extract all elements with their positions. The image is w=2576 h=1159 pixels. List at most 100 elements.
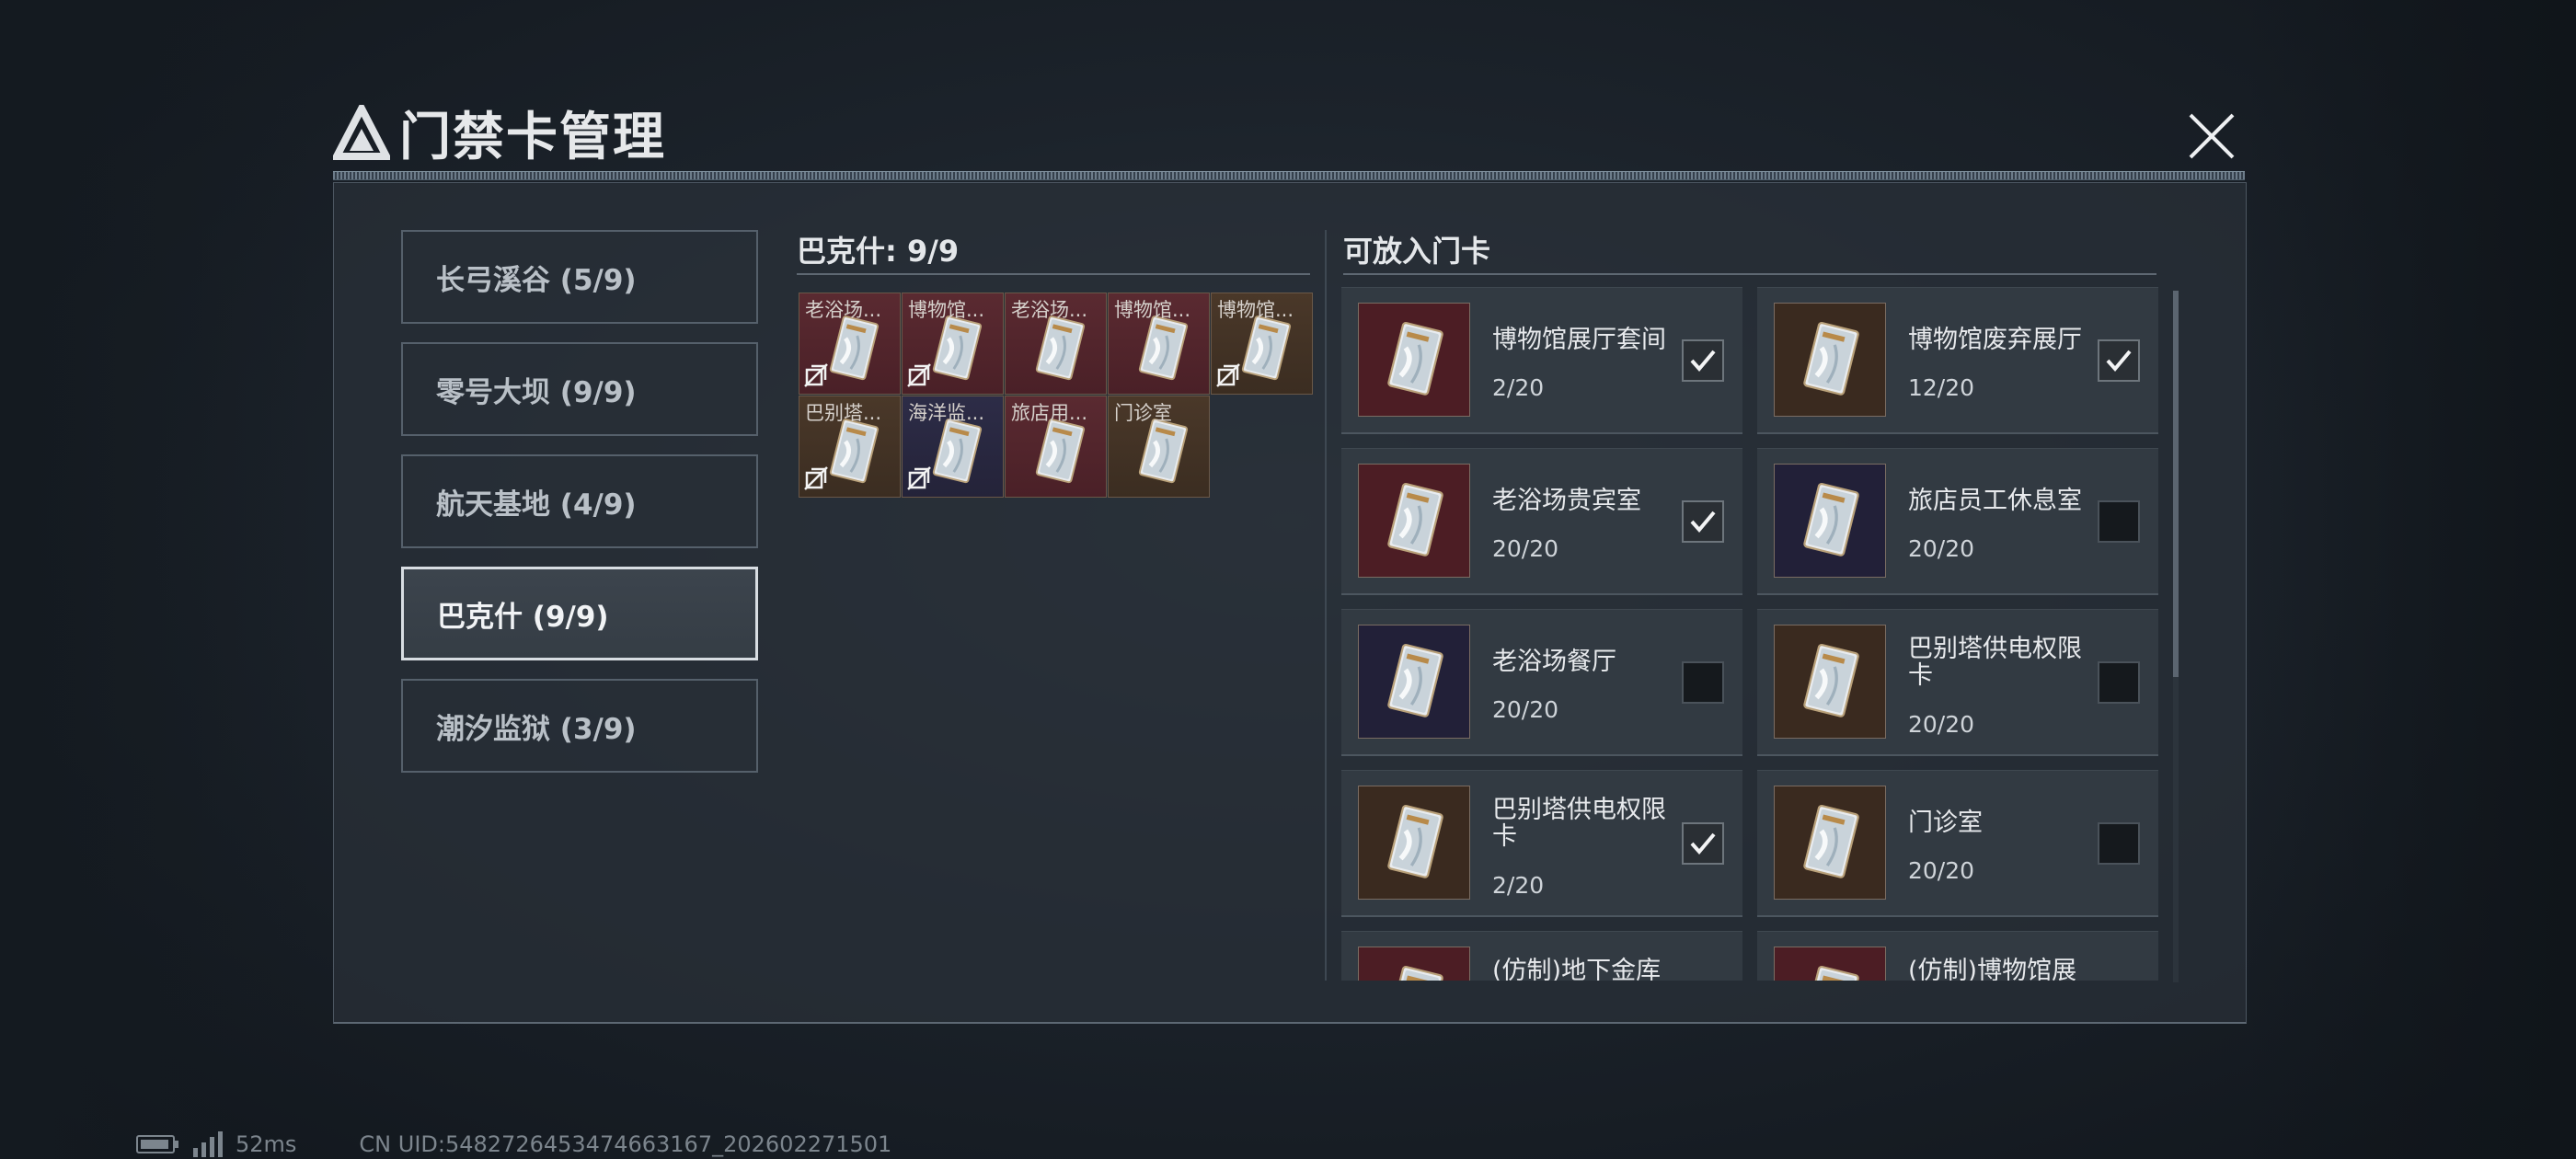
card-art	[1239, 314, 1293, 389]
close-icon	[2189, 113, 2235, 159]
slot-label: 老浴场...	[1011, 299, 1088, 321]
card-art	[1800, 964, 1861, 981]
scrollbar-thumb[interactable]	[2173, 291, 2179, 677]
assigned-title-underline	[797, 273, 1310, 275]
card-name: 门诊室	[1908, 809, 1983, 837]
slot-label: 旅店用...	[1011, 402, 1088, 424]
checkmark-icon	[1690, 832, 1716, 855]
select-checkbox[interactable]	[2098, 500, 2140, 543]
access-card-icon	[1803, 321, 1859, 396]
card-name: 老浴场餐厅	[1492, 648, 1616, 676]
available-card-item[interactable]: 巴别塔供电权限卡 2/20	[1341, 770, 1742, 917]
slot-label: 巴别塔...	[805, 402, 882, 424]
no-transfer-icon	[907, 466, 931, 490]
card-art	[1385, 803, 1445, 888]
ping-text: 52ms	[236, 1131, 297, 1157]
card-art	[930, 314, 983, 389]
region-tab[interactable]: 航天基地 (4/9)	[401, 454, 758, 548]
checkmark-icon	[2106, 350, 2132, 373]
card-art	[1136, 417, 1190, 492]
available-card-item[interactable]: 博物馆展厅套间 2/20	[1341, 287, 1742, 434]
no-transfer-badge	[803, 465, 829, 495]
slot-label: 门诊室	[1114, 402, 1172, 424]
access-card-icon	[1387, 482, 1443, 557]
available-card-item[interactable]: 老浴场贵宾室 20/20	[1341, 448, 1742, 595]
assigned-card-slot[interactable]: 博物馆...	[902, 293, 1004, 395]
close-button[interactable]	[2180, 103, 2243, 169]
card-art	[827, 314, 880, 389]
card-art	[930, 417, 983, 492]
access-card-icon	[932, 316, 983, 381]
no-transfer-icon	[1216, 363, 1240, 387]
card-count: 12/20	[1908, 374, 1975, 401]
select-checkbox[interactable]	[1682, 500, 1724, 543]
region-tab[interactable]: 长弓溪谷 (5/9)	[401, 230, 758, 324]
available-card-item[interactable]: 门诊室 20/20	[1757, 770, 2158, 917]
assigned-card-slot[interactable]: 海洋监...	[902, 396, 1004, 498]
region-tab[interactable]: 潮汐监狱 (3/9)	[401, 679, 758, 773]
access-card-icon	[829, 316, 880, 381]
no-transfer-icon	[804, 363, 828, 387]
card-count: 20/20	[1908, 535, 1975, 562]
card-count: 20/20	[1492, 535, 1559, 562]
no-transfer-icon	[804, 466, 828, 490]
no-transfer-badge	[1215, 362, 1241, 392]
card-thumbnail	[1774, 947, 1886, 981]
column-divider	[1325, 230, 1327, 981]
region-tab-active[interactable]: 巴克什 (9/9)	[401, 567, 758, 660]
card-name: 老浴场贵宾室	[1492, 487, 1641, 515]
card-count: 20/20	[1908, 711, 1975, 738]
available-card-item[interactable]: 博物馆废弃展厅 12/20	[1757, 287, 2158, 434]
card-count: 2/20	[1492, 872, 1545, 899]
card-name: (仿制)博物馆展	[1908, 957, 2077, 981]
available-card-item[interactable]: 老浴场餐厅 20/20	[1341, 609, 1742, 756]
card-name: 博物馆废弃展厅	[1908, 326, 2082, 354]
access-card-icon	[1138, 419, 1189, 484]
card-name: 旅店员工休息室	[1908, 487, 2082, 515]
card-name: 博物馆展厅套间	[1492, 326, 1666, 354]
assigned-cards-title: 巴克什: 9/9	[797, 234, 960, 269]
card-art	[1033, 417, 1087, 492]
assigned-card-slot[interactable]: 老浴场...	[1005, 293, 1107, 395]
background-shade-left	[0, 0, 313, 1159]
available-cards-title: 可放入门卡	[1343, 234, 1491, 269]
select-checkbox[interactable]	[2098, 661, 2140, 704]
card-thumbnail	[1774, 464, 1886, 578]
card-art	[1800, 642, 1861, 727]
slot-label: 博物馆...	[908, 299, 985, 321]
checkmark-icon	[1690, 350, 1716, 373]
assigned-card-slot[interactable]: 旅店用...	[1005, 396, 1107, 498]
available-card-item[interactable]: 巴别塔供电权限卡 20/20	[1757, 609, 2158, 756]
available-card-item[interactable]: (仿制)地下金库	[1341, 931, 1742, 981]
card-art	[1136, 314, 1190, 389]
card-art	[1800, 481, 1861, 566]
card-art	[1385, 320, 1445, 405]
access-card-icon	[1803, 965, 1859, 981]
card-thumbnail	[1358, 947, 1470, 981]
card-thumbnail	[1774, 625, 1886, 739]
access-card-icon	[829, 419, 880, 484]
assigned-card-slot[interactable]: 巴别塔...	[799, 396, 901, 498]
access-card-icon	[1035, 419, 1086, 484]
select-checkbox[interactable]	[1682, 822, 1724, 865]
select-checkbox[interactable]	[1682, 339, 1724, 382]
card-thumbnail	[1358, 464, 1470, 578]
assigned-card-slot[interactable]: 门诊室	[1108, 396, 1210, 498]
select-checkbox[interactable]	[2098, 339, 2140, 382]
region-tab[interactable]: 零号大坝 (9/9)	[401, 342, 758, 436]
available-card-list[interactable]: 博物馆展厅套间 2/20 博物馆废弃展厅 12/20 老浴场贵宾室 20/20 旅店员工休息…	[1341, 287, 2175, 981]
assigned-card-slot[interactable]: 老浴场...	[799, 293, 901, 395]
card-art	[1385, 964, 1445, 981]
access-card-icon	[1387, 804, 1443, 878]
select-checkbox[interactable]	[2098, 822, 2140, 865]
uid-text: CN UID:5482726453474663167_202602271501	[359, 1131, 892, 1157]
card-art	[1385, 642, 1445, 727]
card-name: 巴别塔供电权限卡	[1908, 635, 2082, 690]
assigned-card-slot[interactable]: 博物馆...	[1108, 293, 1210, 395]
available-card-item[interactable]: 旅店员工休息室 20/20	[1757, 448, 2158, 595]
select-checkbox[interactable]	[1682, 661, 1724, 704]
assigned-card-slot[interactable]: 博物馆...	[1211, 293, 1313, 395]
status-footer: 52ms CN UID:5482726453474663167_20260227…	[136, 1131, 891, 1157]
access-card-icon	[932, 419, 983, 484]
available-card-item[interactable]: (仿制)博物馆展	[1757, 931, 2158, 981]
